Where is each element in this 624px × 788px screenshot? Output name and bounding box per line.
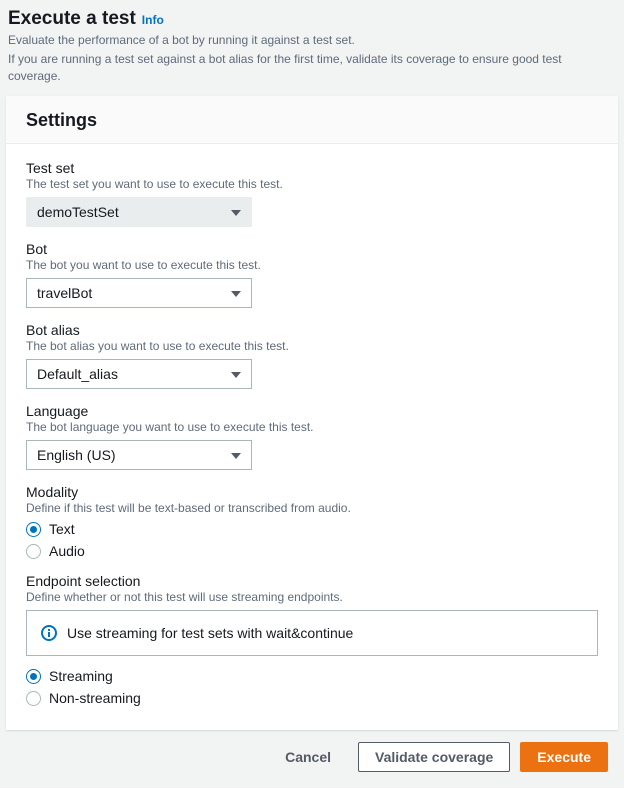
language-label: Language <box>26 403 598 419</box>
radio-unselected-icon <box>26 544 41 559</box>
page-title: Execute a test <box>8 8 136 30</box>
field-bot: Bot The bot you want to use to execute t… <box>26 241 598 308</box>
footer-actions: Cancel Validate coverage Execute <box>6 730 618 778</box>
endpoint-alert-text: Use streaming for test sets with wait&co… <box>67 625 353 641</box>
testset-hint: The test set you want to use to execute … <box>26 177 598 191</box>
bot-select[interactable]: travelBot <box>26 278 252 308</box>
field-testset: Test set The test set you want to use to… <box>26 160 598 227</box>
modality-radio-audio[interactable]: Audio <box>26 543 598 559</box>
testset-value: demoTestSet <box>37 204 119 220</box>
endpoint-alert: Use streaming for test sets with wait&co… <box>26 610 598 656</box>
radio-selected-icon <box>26 522 41 537</box>
endpoint-radio-nonstreaming[interactable]: Non-streaming <box>26 690 598 706</box>
execute-button[interactable]: Execute <box>520 742 608 772</box>
testset-select: demoTestSet <box>26 197 252 227</box>
language-hint: The bot language you want to use to exec… <box>26 420 598 434</box>
bot-alias-value: Default_alias <box>37 366 118 382</box>
chevron-down-icon <box>231 291 241 297</box>
endpoint-hint: Define whether or not this test will use… <box>26 590 598 604</box>
language-value: English (US) <box>37 447 116 463</box>
endpoint-streaming-label: Streaming <box>49 668 113 684</box>
endpoint-radio-streaming[interactable]: Streaming <box>26 668 598 684</box>
bot-alias-hint: The bot alias you want to use to execute… <box>26 339 598 353</box>
chevron-down-icon <box>231 453 241 459</box>
validate-coverage-button[interactable]: Validate coverage <box>358 742 510 772</box>
settings-panel-header: Settings <box>6 96 618 144</box>
page-description-1: Evaluate the performance of a bot by run… <box>8 32 616 49</box>
modality-radio-text[interactable]: Text <box>26 521 598 537</box>
bot-alias-select[interactable]: Default_alias <box>26 359 252 389</box>
bot-alias-label: Bot alias <box>26 322 598 338</box>
endpoint-nonstreaming-label: Non-streaming <box>49 690 141 706</box>
language-select[interactable]: English (US) <box>26 440 252 470</box>
modality-text-label: Text <box>49 521 75 537</box>
cancel-button[interactable]: Cancel <box>268 742 348 772</box>
modality-hint: Define if this test will be text-based o… <box>26 501 598 515</box>
endpoint-label: Endpoint selection <box>26 573 598 589</box>
bot-hint: The bot you want to use to execute this … <box>26 258 598 272</box>
bot-value: travelBot <box>37 285 92 301</box>
info-link[interactable]: Info <box>142 13 164 27</box>
modality-audio-label: Audio <box>49 543 85 559</box>
radio-selected-icon <box>26 669 41 684</box>
field-modality: Modality Define if this test will be tex… <box>26 484 598 559</box>
settings-title: Settings <box>26 110 598 131</box>
chevron-down-icon <box>231 210 241 216</box>
field-language: Language The bot language you want to us… <box>26 403 598 470</box>
info-icon <box>41 625 57 641</box>
chevron-down-icon <box>231 372 241 378</box>
radio-unselected-icon <box>26 691 41 706</box>
field-endpoint: Endpoint selection Define whether or not… <box>26 573 598 706</box>
testset-label: Test set <box>26 160 598 176</box>
page-description-2: If you are running a test set against a … <box>8 51 616 85</box>
modality-label: Modality <box>26 484 598 500</box>
page-header: Execute a test Info Evaluate the perform… <box>6 6 618 90</box>
field-bot-alias: Bot alias The bot alias you want to use … <box>26 322 598 389</box>
settings-panel: Settings Test set The test set you want … <box>6 96 618 730</box>
bot-label: Bot <box>26 241 598 257</box>
